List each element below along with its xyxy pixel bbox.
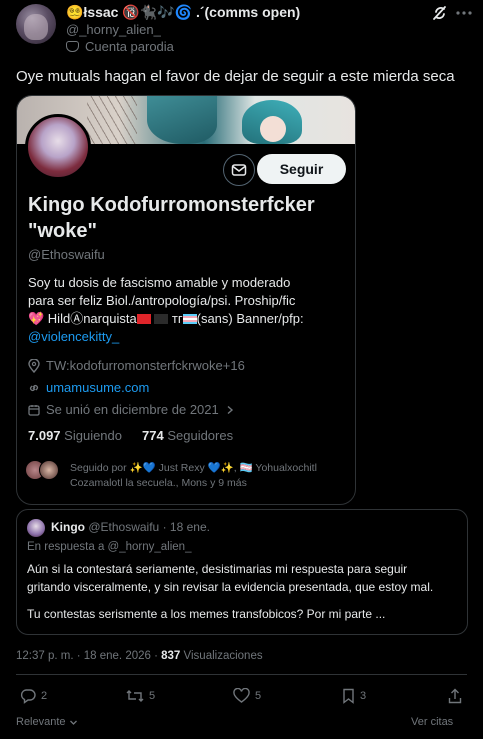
profile-avatar[interactable] xyxy=(25,114,91,180)
website-link[interactable]: umamusume.com xyxy=(46,380,149,395)
views-count: 837 xyxy=(161,650,181,662)
chevron-down-icon xyxy=(69,720,77,725)
author-handle[interactable]: @_horny_alien_ xyxy=(66,22,161,37)
repost-button[interactable]: 5 xyxy=(126,688,155,704)
profile-location: TW:kodofurromonsterfckrwoke+16 xyxy=(28,358,245,373)
message-button[interactable] xyxy=(223,154,255,186)
reply-button[interactable]: 2 xyxy=(20,688,47,704)
location-pin-icon xyxy=(28,358,40,373)
link-icon xyxy=(29,384,39,391)
follow-button[interactable]: Seguir xyxy=(257,154,346,184)
share-icon xyxy=(448,688,462,704)
author-name[interactable]: 😵‍💫łssac 🔞🐈‍⬛🎶🌀 .´(comms open) xyxy=(66,4,300,21)
profile-handle: @Ethoswaifu xyxy=(28,247,105,262)
quote-body: Aún si la contestará seriamente, desisti… xyxy=(27,562,434,621)
view-quotes-link[interactable]: Ver citas xyxy=(411,716,453,728)
sort-label: Relevante xyxy=(16,716,66,728)
reply-icon xyxy=(20,689,36,704)
followers-count-link[interactable]: 774 Seguidores xyxy=(142,428,233,443)
repost-icon xyxy=(126,690,144,702)
author-avatar[interactable] xyxy=(16,4,56,44)
heart-icon xyxy=(233,688,250,703)
sort-dropdown[interactable]: Relevante xyxy=(16,716,78,728)
black-flag-icon xyxy=(154,314,169,324)
parody-label: Cuenta parodia xyxy=(85,39,174,54)
bio-link[interactable]: @violencekitty_ xyxy=(28,328,348,346)
bio-line: Soy tu dosis de fascismo amable y modera… xyxy=(28,275,291,290)
quote-author-handle[interactable]: @Ethoswaifu xyxy=(88,520,159,534)
like-button[interactable]: 5 xyxy=(233,688,261,704)
trans-flag-icon xyxy=(182,314,197,324)
tweet-timestamp[interactable]: 12:37 p. m. · 18 ene. 2026 · 837 Visuali… xyxy=(16,650,263,662)
more-options-icon[interactable] xyxy=(455,4,473,22)
bio-line: 💖 HildⒶnarquista тг (sans) Banner/pfp: xyxy=(28,311,304,326)
followed-by-text[interactable]: Seguido por ✨💙 Just Rexy 💙✨, 🏳️‍⚧️ Yohua… xyxy=(70,461,350,491)
tweet-text: Oye mutuals hagan el favor de dejar de s… xyxy=(16,68,455,85)
quote-reply-to: En respuesta a @_horny_alien_ xyxy=(27,541,192,553)
location-text: TW:kodofurromonsterfckrwoke+16 xyxy=(46,358,245,373)
followed-by-avatars[interactable] xyxy=(25,460,59,480)
quoted-tweet[interactable]: Kingo @Ethoswaifu · 18 ene. En respuesta… xyxy=(16,509,468,635)
grok-icon[interactable] xyxy=(430,4,450,22)
bookmark-button[interactable]: 3 xyxy=(342,688,366,704)
profile-bio: Soy tu dosis de fascismo amable y modera… xyxy=(28,274,348,346)
quote-header: Kingo @Ethoswaifu · 18 ene. xyxy=(51,520,210,534)
views-label: Visualizaciones xyxy=(183,650,263,662)
profile-joined: Se unió en diciembre de 2021 xyxy=(28,402,235,417)
quote-time[interactable]: · 18 ene. xyxy=(163,520,210,534)
follow-counts: 7.097 Siguiendo 774 Seguidores xyxy=(28,428,233,443)
red-flag-icon xyxy=(136,314,151,324)
parody-badge: Cuenta parodia xyxy=(66,39,174,54)
profile-website[interactable]: umamusume.com xyxy=(28,380,149,395)
profile-name: Kingo Kodofurromonsterfcker "woke" xyxy=(28,194,315,242)
joined-text: Se unió en diciembre de 2021 xyxy=(46,402,219,417)
chevron-right-icon[interactable] xyxy=(225,405,235,415)
bookmark-icon xyxy=(343,688,354,704)
envelope-icon xyxy=(231,164,247,176)
quote-author-name[interactable]: Kingo xyxy=(51,520,85,534)
quote-avatar[interactable] xyxy=(27,519,45,537)
action-bar: 2 5 5 3 xyxy=(16,688,467,708)
divider xyxy=(16,674,467,675)
calendar-icon xyxy=(28,404,40,416)
following-count-link[interactable]: 7.097 Siguiendo xyxy=(28,428,122,443)
mask-icon xyxy=(66,41,79,52)
share-button[interactable] xyxy=(448,688,462,704)
profile-card[interactable]: Seguir Kingo Kodofurromonsterfcker "woke… xyxy=(16,95,356,505)
follower-avatar xyxy=(39,460,59,480)
bio-line: para ser feliz Biol./antropología/psi. P… xyxy=(28,293,296,308)
